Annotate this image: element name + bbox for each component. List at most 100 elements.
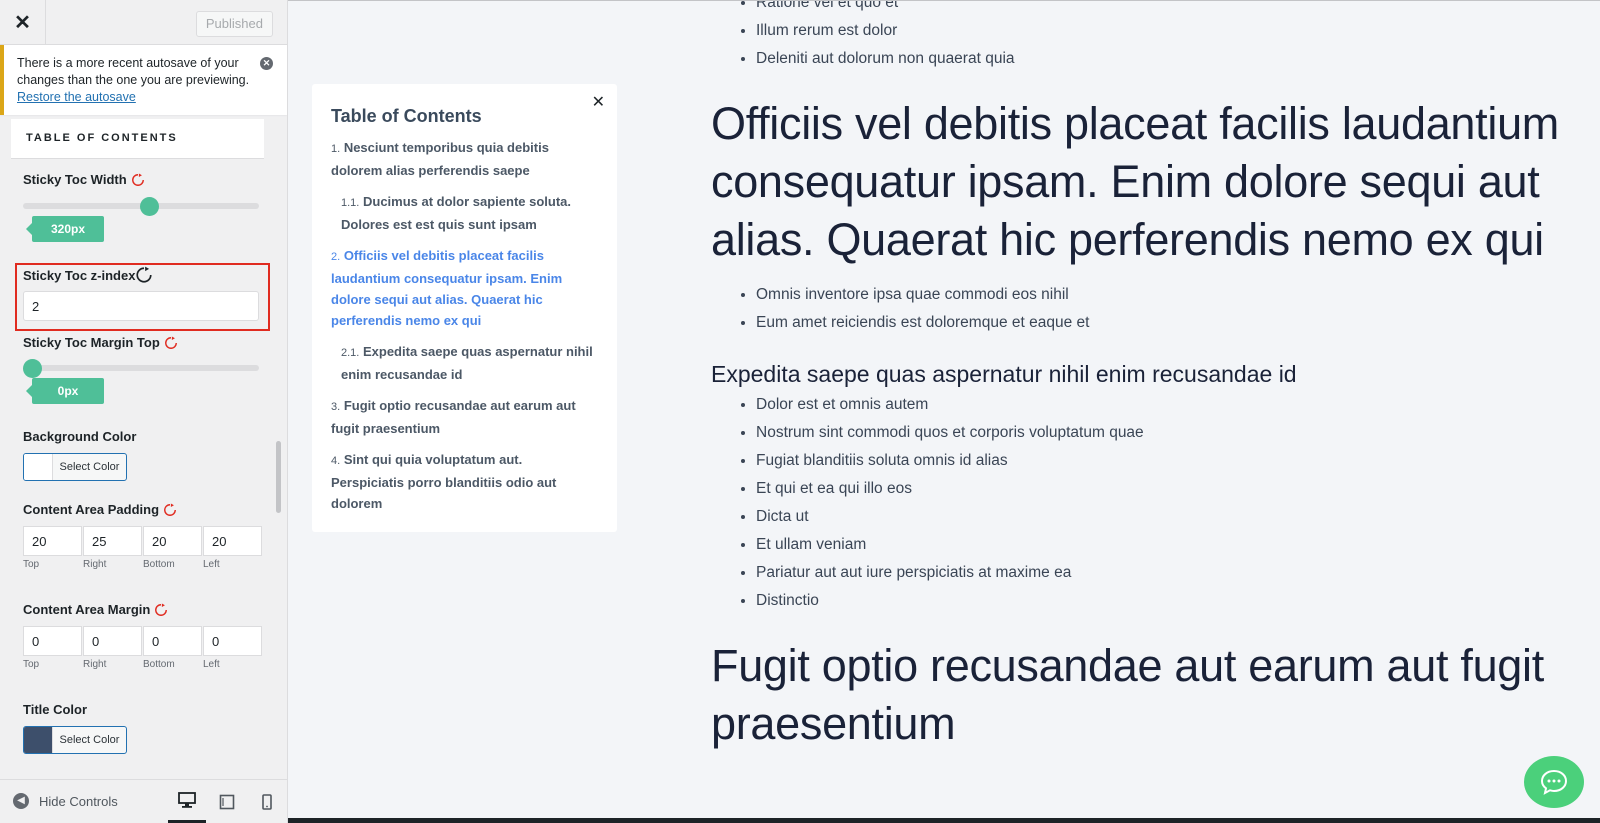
toc-item-text: Sint qui quia voluptatum aut. Perspiciat… — [331, 452, 557, 511]
toc-item-text: Officiis vel debitis placeat facilis lau… — [331, 248, 563, 328]
desktop-preview-button[interactable] — [168, 780, 206, 823]
sticky-toc-width-value: 320px — [26, 216, 104, 242]
autosave-notice-text: There is a more recent autosave of your … — [17, 56, 250, 87]
sticky-toc-width-label: Sticky Toc Width — [23, 172, 145, 187]
padding-top-label: Top — [23, 559, 40, 570]
list-item: Nostrum sint commodi quos et corporis vo… — [756, 419, 1571, 447]
sticky-toc-margin-top-handle[interactable] — [23, 359, 42, 378]
reset-icon[interactable] — [135, 266, 153, 284]
reset-icon[interactable] — [163, 502, 177, 517]
customizer-sidebar: ✕ Published There is a more recent autos… — [0, 0, 288, 823]
padding-left-input[interactable] — [203, 526, 262, 556]
toc-item[interactable]: 4. Sint qui quia voluptatum aut. Perspic… — [331, 449, 597, 514]
chat-button[interactable] — [1524, 756, 1584, 808]
toc-item-text: Fugit optio recusandae aut earum aut fug… — [331, 398, 576, 436]
toc-item-number: 1. — [331, 143, 341, 155]
margin-left-input[interactable] — [203, 626, 262, 656]
background-color-swatch — [24, 454, 53, 480]
dismiss-notice-icon[interactable]: ✕ — [260, 57, 273, 70]
list-item: Pariatur aut aut iure perspiciatis at ma… — [756, 559, 1571, 587]
margin-top-input[interactable] — [23, 626, 82, 656]
hide-controls-label: Hide Controls — [39, 793, 118, 809]
sticky-toc-zindex-label-text: Sticky Toc z-index — [23, 267, 136, 283]
margin-right-label: Right — [83, 659, 107, 670]
margin-bottom-input[interactable] — [143, 626, 202, 656]
list-item: Et ullam veniam — [756, 531, 1571, 559]
list-item: Et qui et ea qui illo eos — [756, 475, 1571, 503]
margin-right-cell: Right — [83, 626, 142, 670]
padding-bottom-label: Bottom — [143, 559, 175, 570]
title-color-label: Title Color — [23, 702, 88, 717]
background-color-label: Background Color — [23, 429, 137, 444]
content-area-padding-label-text: Content Area Padding — [23, 502, 160, 517]
hide-controls-button[interactable]: ◀ Hide Controls — [13, 793, 118, 809]
toc-item-text: Ducimus at dolor sapiente soluta. Dolore… — [341, 194, 572, 232]
autosave-notice: There is a more recent autosave of your … — [0, 45, 287, 115]
background-color-button[interactable]: Select Color — [23, 453, 127, 481]
article-content: Ratione vel et quo et Illum rerum est do… — [711, 1, 1571, 765]
padding-top-input[interactable] — [23, 526, 82, 556]
sticky-toc-zindex-label: Sticky Toc z-index — [23, 266, 153, 284]
bullet-list: Omnis inventore ipsa quae commodi eos ni… — [711, 281, 1571, 337]
sticky-toc-width-label-text: Sticky Toc Width — [23, 172, 127, 187]
padding-left-cell: Left — [203, 526, 262, 570]
toc-item-number: 2.1. — [341, 347, 360, 359]
restore-autosave-link[interactable]: Restore the autosave — [17, 90, 136, 104]
toc-item-number: 4. — [331, 455, 341, 467]
sticky-toc-zindex-input[interactable] — [23, 291, 259, 321]
margin-bottom-label: Bottom — [143, 659, 175, 670]
list-item: Fugiat blanditiis soluta omnis id alias — [756, 447, 1571, 475]
sidebar-header: ✕ Published — [0, 0, 287, 45]
sidebar-footer: ◀ Hide Controls — [0, 779, 287, 823]
toc-item[interactable]: 2.1. Expedita saepe quas aspernatur nihi… — [331, 341, 597, 385]
chat-icon — [1540, 769, 1568, 795]
section-title: TABLE OF CONTENTS — [11, 119, 264, 159]
toc-title: Table of Contents — [331, 106, 482, 126]
sticky-toc-margin-top-value: 0px — [26, 378, 104, 404]
content-area-margin-label: Content Area Margin — [23, 602, 168, 617]
padding-right-cell: Right — [83, 526, 142, 570]
margin-bottom-cell: Bottom — [143, 626, 202, 670]
toc-item[interactable]: 3. Fugit optio recusandae aut earum aut … — [331, 395, 597, 439]
padding-bottom-input[interactable] — [143, 526, 202, 556]
close-customizer-button[interactable]: ✕ — [0, 0, 46, 45]
publish-button[interactable]: Published — [195, 11, 273, 37]
margin-right-input[interactable] — [83, 626, 142, 656]
padding-right-input[interactable] — [83, 526, 142, 556]
toc-item[interactable]: 1.1. Ducimus at dolor sapiente soluta. D… — [331, 191, 597, 235]
table-of-contents: ✕ Table of Contents 1. Nesciunt temporib… — [312, 84, 617, 532]
content-area-margin-inputs: Top Right Bottom Left — [23, 626, 262, 670]
padding-bottom-cell: Bottom — [143, 526, 202, 570]
toc-item[interactable]: 1. Nesciunt temporibus quia debitis dolo… — [331, 137, 597, 181]
sticky-toc-margin-top-slider[interactable] — [23, 365, 259, 371]
reset-icon[interactable] — [154, 602, 168, 617]
title-color-button-label: Select Color — [59, 734, 120, 746]
reset-icon[interactable] — [164, 335, 178, 350]
panel-scrollbar[interactable] — [276, 441, 281, 513]
toc-item-number: 1.1. — [341, 197, 360, 209]
close-icon[interactable]: ✕ — [592, 92, 605, 112]
reset-icon[interactable] — [131, 172, 145, 187]
margin-top-cell: Top — [23, 626, 82, 670]
bullet-list: Dolor est et omnis autem Nostrum sint co… — [711, 391, 1571, 615]
subsection-heading: Expedita saepe quas aspernatur nihil eni… — [711, 361, 1297, 387]
tablet-icon — [219, 794, 235, 810]
toc-item-active[interactable]: 2. Officiis vel debitis placeat facilis … — [331, 245, 597, 331]
bullet-list: Ratione vel et quo et Illum rerum est do… — [711, 1, 1571, 73]
mobile-preview-button[interactable] — [248, 780, 286, 823]
toc-item-number: 3. — [331, 401, 341, 413]
tablet-preview-button[interactable] — [208, 780, 246, 823]
mobile-icon — [262, 794, 272, 810]
list-item: Distinctio — [756, 587, 1571, 615]
padding-top-cell: Top — [23, 526, 82, 570]
content-area-margin-label-text: Content Area Margin — [23, 602, 151, 617]
section-heading: Officiis vel debitis placeat facilis lau… — [711, 98, 1559, 265]
toc-item-text: Nesciunt temporibus quia debitis dolorem… — [331, 140, 549, 178]
background-color-button-label: Select Color — [59, 461, 120, 473]
list-item: Ratione vel et quo et — [756, 1, 1571, 17]
title-color-button[interactable]: Select Color — [23, 726, 127, 754]
section-heading: Fugit optio recusandae aut earum aut fug… — [711, 640, 1544, 749]
desktop-icon — [178, 792, 196, 808]
sticky-toc-margin-top-label-text: Sticky Toc Margin Top — [23, 335, 160, 350]
sticky-toc-margin-top-label: Sticky Toc Margin Top — [23, 335, 178, 350]
